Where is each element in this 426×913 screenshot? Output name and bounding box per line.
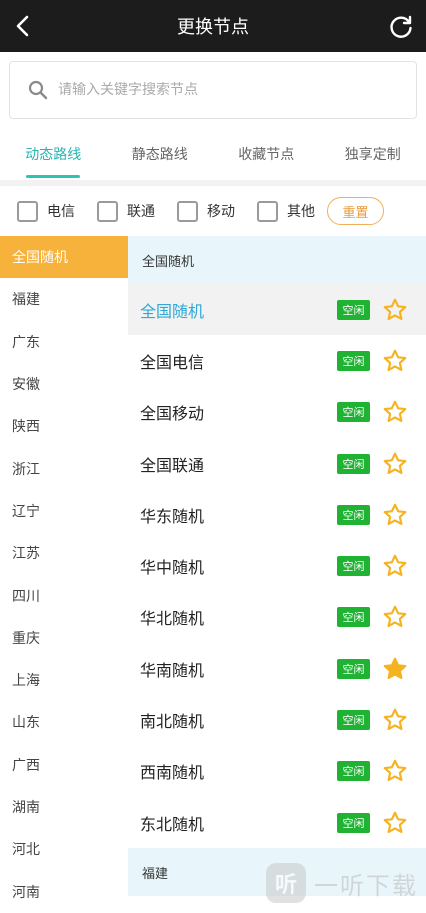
province-item[interactable]: 全国随机	[0, 236, 128, 278]
checkbox[interactable]	[97, 201, 118, 222]
filter-other[interactable]: 其他	[257, 201, 315, 222]
star-outline-icon[interactable]	[382, 707, 408, 733]
province-list: 全国随机 福建 广东 安徽 陕西 浙江 辽宁 江苏 四川 重庆 上海 山东 广西…	[0, 236, 128, 904]
status-badge: 空闲	[337, 761, 370, 781]
node-item[interactable]: 南北随机 空闲	[128, 694, 426, 745]
star-filled-icon[interactable]	[382, 656, 408, 682]
province-item[interactable]: 广西	[0, 744, 128, 786]
node-list: 全国随机 全国随机 空闲 全国电信 空闲 全国移动 空闲 全国联通 空闲 华东随…	[128, 236, 426, 904]
star-outline-icon[interactable]	[382, 297, 408, 323]
checkbox[interactable]	[177, 201, 198, 222]
province-item[interactable]: 重庆	[0, 617, 128, 659]
province-item[interactable]: 湖南	[0, 786, 128, 828]
checkbox[interactable]	[257, 201, 278, 222]
node-item[interactable]: 华中随机 空闲	[128, 540, 426, 591]
province-item[interactable]: 四川	[0, 574, 128, 616]
province-item[interactable]: 江苏	[0, 532, 128, 574]
node-item[interactable]: 全国移动 空闲	[128, 387, 426, 438]
node-name: 南北随机	[140, 708, 337, 732]
star-outline-icon[interactable]	[382, 451, 408, 477]
watermark: 听 一听下载	[266, 862, 426, 904]
status-badge: 空闲	[337, 351, 370, 371]
star-outline-icon[interactable]	[382, 502, 408, 528]
page-title: 更换节点	[177, 13, 249, 39]
province-item[interactable]: 安徽	[0, 363, 128, 405]
status-badge: 空闲	[337, 505, 370, 525]
title-bar: 更换节点	[0, 0, 426, 52]
filter-label: 联通	[127, 201, 155, 221]
node-item[interactable]: 西南随机 空闲	[128, 746, 426, 797]
node-name: 全国随机	[140, 298, 337, 322]
province-item[interactable]: 广东	[0, 321, 128, 363]
province-item[interactable]: 福建	[0, 278, 128, 320]
node-name: 东北随机	[140, 811, 337, 835]
search-box[interactable]	[9, 61, 417, 119]
filter-mobile[interactable]: 移动	[177, 201, 235, 222]
filter-label: 其他	[287, 201, 315, 221]
watermark-logo: 听	[266, 863, 306, 903]
star-outline-icon[interactable]	[382, 348, 408, 374]
route-tabs: 动态路线 静态路线 收藏节点 独享定制	[0, 130, 426, 180]
node-item[interactable]: 东北随机 空闲	[128, 797, 426, 848]
group-header: 全国随机	[128, 236, 426, 284]
refresh-icon[interactable]	[388, 14, 414, 40]
node-item[interactable]: 全国电信 空闲	[128, 335, 426, 386]
node-name: 华东随机	[140, 503, 337, 527]
node-item[interactable]: 华南随机 空闲	[128, 643, 426, 694]
tab-favorite-nodes[interactable]: 收藏节点	[213, 130, 320, 180]
node-name: 华北随机	[140, 605, 337, 629]
status-badge: 空闲	[337, 402, 370, 422]
search-input[interactable]	[58, 82, 378, 98]
node-name: 全国移动	[140, 400, 337, 424]
tab-static-routes[interactable]: 静态路线	[107, 130, 214, 180]
node-name: 全国电信	[140, 349, 337, 373]
status-badge: 空闲	[337, 300, 370, 320]
province-item[interactable]: 河北	[0, 828, 128, 870]
star-outline-icon[interactable]	[382, 758, 408, 784]
search-icon	[28, 80, 48, 100]
node-item[interactable]: 华北随机 空闲	[128, 592, 426, 643]
node-name: 华南随机	[140, 657, 337, 681]
status-badge: 空闲	[337, 813, 370, 833]
province-item[interactable]: 辽宁	[0, 490, 128, 532]
node-item[interactable]: 全国联通 空闲	[128, 438, 426, 489]
status-badge: 空闲	[337, 710, 370, 730]
node-name: 华中随机	[140, 554, 337, 578]
filter-label: 电信	[47, 201, 75, 221]
status-badge: 空闲	[337, 454, 370, 474]
tab-dynamic-routes[interactable]: 动态路线	[0, 130, 107, 180]
province-item[interactable]: 浙江	[0, 447, 128, 489]
node-name: 全国联通	[140, 452, 337, 476]
province-item[interactable]: 上海	[0, 659, 128, 701]
node-item[interactable]: 全国随机 空闲	[128, 284, 426, 335]
status-badge: 空闲	[337, 556, 370, 576]
star-outline-icon[interactable]	[382, 810, 408, 836]
star-outline-icon[interactable]	[382, 399, 408, 425]
isp-filters: 电信 联通 移动 其他 重置	[0, 186, 426, 236]
filter-label: 移动	[207, 201, 235, 221]
tab-exclusive-custom[interactable]: 独享定制	[320, 130, 426, 180]
province-item[interactable]: 陕西	[0, 405, 128, 447]
province-item[interactable]: 山东	[0, 701, 128, 743]
star-outline-icon[interactable]	[382, 553, 408, 579]
reset-button[interactable]: 重置	[327, 197, 384, 225]
filter-unicom[interactable]: 联通	[97, 201, 155, 222]
status-badge: 空闲	[337, 659, 370, 679]
node-item[interactable]: 华东随机 空闲	[128, 489, 426, 540]
province-item[interactable]: 河南	[0, 870, 128, 912]
back-arrow-icon[interactable]	[12, 14, 36, 38]
status-badge: 空闲	[337, 607, 370, 627]
checkbox[interactable]	[17, 201, 38, 222]
filter-telecom[interactable]: 电信	[17, 201, 75, 222]
node-name: 西南随机	[140, 759, 337, 783]
star-outline-icon[interactable]	[382, 604, 408, 630]
watermark-text: 一听下载	[314, 866, 418, 901]
